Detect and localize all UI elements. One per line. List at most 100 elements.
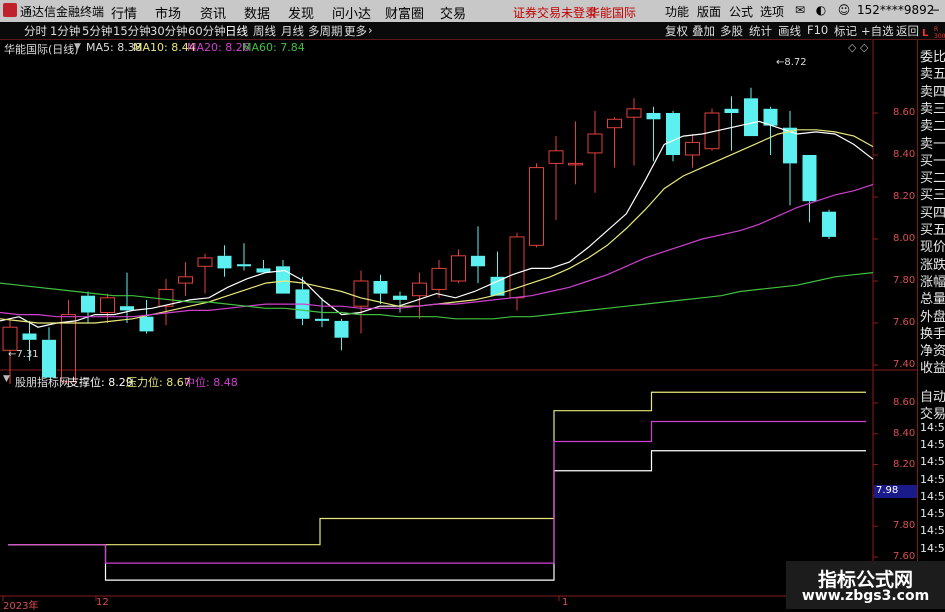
menu-gongshi[interactable]: 公式 (729, 3, 753, 20)
period-daily[interactable]: 日线 (225, 23, 248, 39)
sidebar-quote-item: 买四 (920, 205, 945, 221)
candle-up (353, 280, 369, 307)
candle-up (412, 282, 427, 297)
sidebar-time-item: 14:56 (920, 489, 945, 503)
kline-chart-area[interactable] (0, 40, 917, 609)
btn-duogu[interactable]: 多股 (720, 23, 743, 39)
candle-down (666, 113, 680, 155)
sidebar-quote-item: 卖五 (920, 67, 945, 83)
minimize-icon[interactable]: − (926, 2, 944, 19)
indicator-line-压力位 (8, 391, 866, 546)
sidebar-quote-item: 买五 (920, 223, 945, 238)
sidebar-time-item: 14:56 (920, 437, 945, 451)
ma20-label: MA20: 8.26 (187, 41, 250, 54)
period-weekly[interactable]: 周线 (253, 23, 276, 39)
btn-diejia[interactable]: 叠加 (692, 23, 715, 39)
trade-login-warning[interactable]: 证券交易未登录 (513, 4, 597, 21)
period-more[interactable]: 更多 (344, 23, 367, 39)
candle-down (334, 320, 349, 338)
menu-caifuquan[interactable]: 财富圈 (385, 3, 424, 22)
chart-settings-icon[interactable]: ◇ ◇ (848, 41, 868, 54)
app-name: 通达信金融终端 (20, 5, 105, 19)
ind-ytick-label: 8.20 (893, 458, 916, 470)
main-chart-title: 华能国际(日线) (4, 43, 79, 56)
candle-up (178, 276, 193, 284)
candle-up (2, 326, 18, 351)
main-ytick-label: 8.20 (893, 191, 916, 202)
indicator-name[interactable]: 股朋指标网 (15, 374, 70, 390)
sidebar-time-item: 14:56 (920, 507, 945, 521)
candle-down (81, 295, 95, 313)
period-1min[interactable]: 1分钟 (50, 23, 80, 39)
sidebar-time-item: 14:56 (920, 420, 945, 434)
sidebar-quote-item: 委比 (920, 50, 945, 65)
btn-f10[interactable]: F10 (807, 23, 828, 37)
sidebar-quote-item: 卖二 (920, 119, 945, 135)
indicator-line-支撑位 (8, 450, 866, 581)
quote-sidebar: L R 300 委比 卖五 卖四 卖三 卖二 卖一 买一 买二 买三 买四 买五 现价 涨跌 涨幅 总量 外盘… (917, 26, 945, 609)
candle-down (393, 295, 407, 300)
user-icon[interactable]: ☺ (835, 2, 853, 19)
ma-dropdown-icon[interactable]: ▼ (74, 42, 81, 52)
candle-down (237, 264, 251, 267)
message-icon[interactable]: ✉ (791, 2, 809, 19)
period-30min[interactable]: 30分钟 (150, 23, 188, 39)
account-id[interactable]: 152****9892 (857, 3, 934, 17)
chevron-right-icon[interactable]: › (368, 23, 373, 37)
sidebar-quote-item: 涨幅 (920, 274, 945, 290)
menu-gongneng[interactable]: 功能 (665, 3, 689, 20)
sidebar-quote-item: 外盘 (920, 309, 945, 325)
btn-biaoji[interactable]: 标记 (834, 23, 857, 39)
btn-tongji[interactable]: 统计 (749, 23, 772, 39)
candle-up (685, 141, 700, 156)
sidebar-quote-item: 现价 (920, 240, 945, 256)
main-ytick-label: 8.60 (893, 107, 916, 118)
stock-name-title: 华能国际 (588, 6, 637, 20)
sidebar-badge-l: L (922, 28, 929, 39)
period-toolbar: 分时 1分钟 5分钟 15分钟 30分钟 60分钟 日线 周线 月线 多周期 更… (0, 22, 945, 40)
candle-down (120, 306, 134, 311)
candle-down (22, 333, 37, 340)
sidebar-quote-item: 买三 (920, 188, 945, 204)
sidebar-trade-item[interactable]: 交易 (920, 403, 945, 422)
ind-ytick-label: 7.80 (893, 520, 916, 532)
btn-huaxian[interactable]: 画线 (778, 23, 801, 39)
skin-icon[interactable]: ◐ (812, 2, 830, 19)
sidebar-time-item: 14:56 (920, 524, 945, 538)
period-monthly[interactable]: 月线 (281, 23, 304, 39)
candle-up (197, 257, 213, 267)
menu-banmian[interactable]: 版面 (697, 3, 721, 20)
menu-jiaoyi[interactable]: 交易 (440, 3, 466, 22)
candle-down (139, 316, 154, 332)
sidebar-quote-item: 涨跌 (920, 257, 945, 273)
period-multi[interactable]: 多周期 (308, 23, 343, 39)
menu-wenxiaoda[interactable]: 问小达 (332, 3, 371, 22)
period-5min[interactable]: 5分钟 (82, 23, 112, 39)
menu-zixun[interactable]: 资讯 (200, 3, 226, 22)
main-ytick-label: 7.40 (893, 359, 916, 370)
sidebar-time-item: 14:56 (920, 472, 945, 486)
menu-faxian[interactable]: 发现 (288, 3, 314, 22)
period-15min[interactable]: 15分钟 (113, 23, 151, 39)
menu-xuanxiang[interactable]: 选项 (760, 3, 784, 20)
period-fenshi[interactable]: 分时 (24, 23, 47, 39)
indicator-dropdown-icon[interactable]: ▼ (3, 374, 10, 384)
btn-back[interactable]: 返回 (896, 23, 919, 39)
sidebar-quote-item: 卖三 (920, 101, 945, 117)
candle-down (42, 339, 56, 378)
sidebar-trade-item[interactable]: 自动 (920, 386, 945, 405)
period-60min[interactable]: 60分钟 (188, 23, 226, 39)
btn-add-watchlist[interactable]: +自选 (861, 23, 894, 39)
candle-down (724, 108, 739, 113)
menu-shuju[interactable]: 数据 (244, 3, 270, 22)
menu-shichang[interactable]: 市场 (155, 3, 181, 22)
main-ytick-label: 7.60 (893, 317, 916, 328)
btn-fuquan[interactable]: 复权 (665, 23, 688, 39)
candle-up (100, 297, 115, 313)
menu-hangqing[interactable]: 行情 (111, 3, 137, 22)
sidebar-quote-item: 卖四 (920, 84, 945, 100)
x-axis-jan: 1 (562, 597, 569, 608)
candle-up (548, 150, 564, 164)
sidebar-quote-item: 净资 (920, 344, 945, 360)
candle-up (451, 255, 466, 282)
